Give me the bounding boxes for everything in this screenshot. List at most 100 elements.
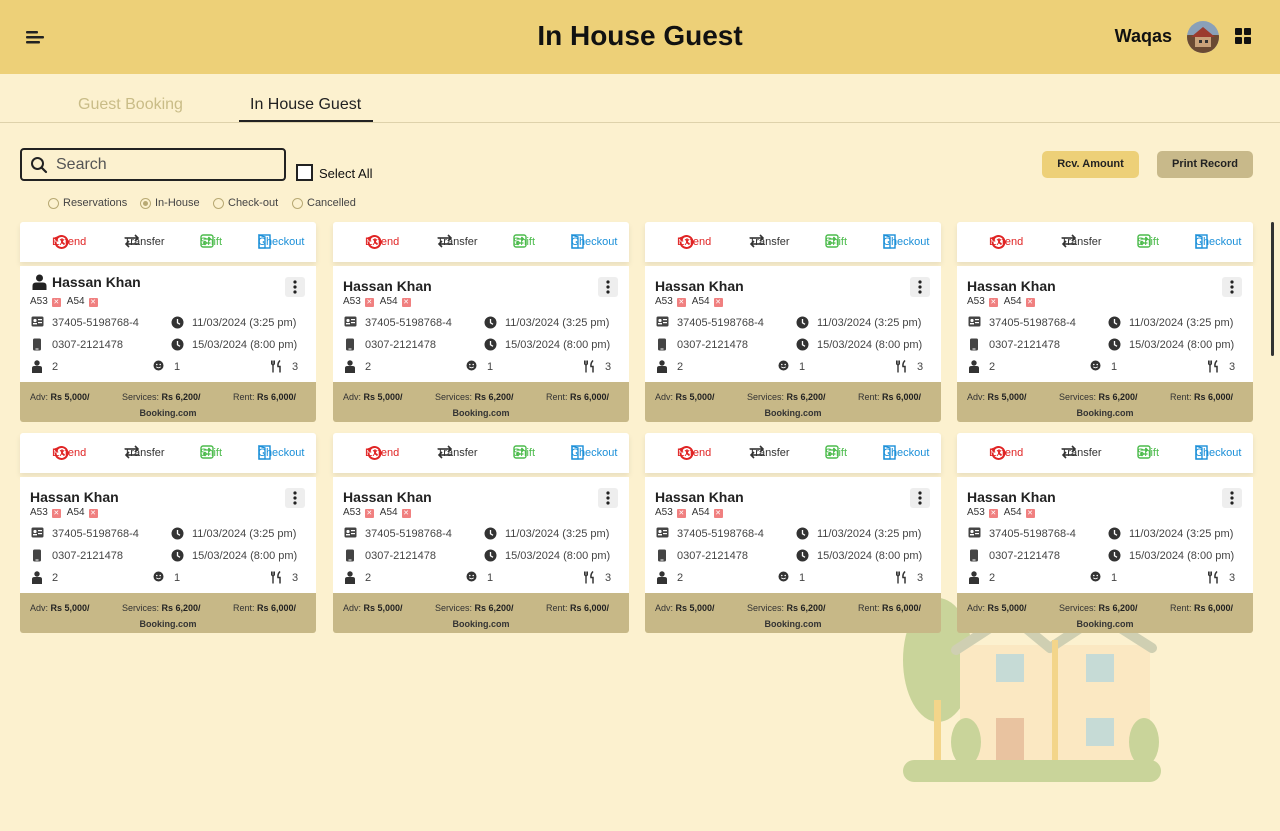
rent-amount: Rent: Rs 6,000/ [233, 603, 296, 613]
rent-value: Rs 6,000/ [882, 603, 922, 613]
search-icon [30, 156, 48, 179]
card-actions: Extend Transfer Shift Checkout [645, 433, 941, 473]
room-number: A54 [691, 296, 710, 307]
rent-amount: Rent: Rs 6,000/ [858, 392, 921, 402]
more-options-icon[interactable] [598, 277, 618, 297]
avatar[interactable] [1187, 21, 1219, 53]
services-label: Services: [435, 603, 473, 613]
advance-label: Adv: [30, 603, 49, 613]
radio-check-out[interactable] [213, 198, 224, 209]
remove-room-icon[interactable]: ✕ [51, 509, 61, 518]
card-body: Hassan Khan A53 ✕ A54 ✕ 37405-5198768-4 030… [333, 266, 629, 382]
card-actions: Extend Transfer Shift Checkout [333, 433, 629, 473]
rent-value: Rs 6,000/ [257, 603, 297, 613]
guest-name: Hassan Khan [655, 489, 744, 505]
remove-room-icon[interactable]: ✕ [988, 298, 998, 307]
booking-source: Booking.com [452, 619, 510, 629]
radio-in-house[interactable] [140, 198, 151, 209]
room-number: A54 [691, 507, 710, 518]
children-value: 1 [487, 572, 494, 584]
more-options-icon[interactable] [598, 488, 618, 508]
rent-value: Rs 6,000/ [570, 392, 610, 402]
advance-label: Adv: [30, 392, 49, 402]
check-in-value: 11/03/2024 (3:25 pm) [817, 317, 922, 329]
room-number: A53 [967, 296, 985, 307]
tab-guest-booking[interactable]: Guest Booking [78, 96, 183, 114]
room-number: A53 [343, 296, 361, 307]
rent-amount: Rent: Rs 6,000/ [233, 392, 296, 402]
meals-value: 3 [605, 361, 612, 373]
remove-room-icon[interactable]: ✕ [401, 509, 411, 518]
phone-value: 0307-2121478 [365, 550, 436, 562]
phone-value: 0307-2121478 [677, 550, 748, 562]
booking-source: Booking.com [139, 619, 197, 629]
remove-room-icon[interactable]: ✕ [88, 509, 98, 518]
remove-room-icon[interactable]: ✕ [364, 298, 374, 307]
card-footer: Adv: Rs 5,000/ Services: Rs 6,200/ Rent:… [20, 593, 316, 633]
tab-in-house-guest[interactable]: In House Guest [250, 96, 361, 114]
checkout-label: Checkout [571, 447, 618, 459]
cnic-value: 37405-5198768-4 [989, 317, 1076, 329]
more-options-icon[interactable] [910, 277, 930, 297]
guest-name: Hassan Khan [343, 489, 432, 505]
radio-reservations[interactable] [48, 198, 59, 209]
meals-value: 3 [1229, 572, 1236, 584]
checkout-label: Checkout [571, 236, 618, 248]
cnic-value: 37405-5198768-4 [365, 528, 452, 540]
remove-room-icon[interactable]: ✕ [401, 298, 411, 307]
extend-label: Extend [365, 236, 400, 248]
remove-room-icon[interactable]: ✕ [676, 298, 686, 307]
checkout-label: Checkout [883, 447, 930, 459]
remove-room-icon[interactable]: ✕ [676, 509, 686, 518]
more-options-icon[interactable] [910, 488, 930, 508]
room-number: A54 [1003, 296, 1022, 307]
card-actions: Extend Transfer Shift Checkout [20, 222, 316, 262]
more-options-icon[interactable] [285, 277, 305, 297]
room-tags: A53 ✕ A54 ✕ [655, 296, 729, 307]
remove-room-icon[interactable]: ✕ [364, 509, 374, 518]
remove-room-icon[interactable]: ✕ [51, 298, 61, 307]
phone-value: 0307-2121478 [989, 550, 1060, 562]
search-input[interactable]: Search [20, 148, 286, 181]
shift-label: Shift [825, 447, 848, 459]
remove-room-icon[interactable]: ✕ [1025, 509, 1035, 518]
remove-room-icon[interactable]: ✕ [713, 298, 723, 307]
more-options-icon[interactable] [285, 488, 305, 508]
advance-amount: Adv: Rs 5,000/ [655, 392, 715, 402]
check-out-value: 15/03/2024 (8:00 pm) [1129, 550, 1235, 562]
remove-room-icon[interactable]: ✕ [88, 298, 98, 307]
cnic-value: 37405-5198768-4 [52, 317, 139, 329]
remove-room-icon[interactable]: ✕ [713, 509, 723, 518]
advance-amount: Adv: Rs 5,000/ [967, 603, 1027, 613]
check-in-value: 11/03/2024 (3:25 pm) [1129, 528, 1234, 540]
advance-amount: Adv: Rs 5,000/ [655, 603, 715, 613]
extend-label: Extend [989, 447, 1024, 459]
rent-label: Rent: [233, 392, 255, 402]
advance-amount: Adv: Rs 5,000/ [30, 392, 90, 402]
shift-label: Shift [825, 236, 848, 248]
radio-cancelled[interactable] [292, 198, 303, 209]
rcv-amount-button[interactable]: Rcv. Amount [1042, 151, 1139, 178]
checkbox-box[interactable] [296, 164, 313, 181]
more-options-icon[interactable] [1222, 488, 1242, 508]
guest-name: Hassan Khan [343, 278, 432, 294]
services-value: Rs 6,200/ [474, 603, 514, 613]
adults-value: 2 [365, 361, 372, 373]
services-amount: Services: Rs 6,200/ [747, 603, 826, 613]
room-number: A54 [379, 296, 398, 307]
more-options-icon[interactable] [1222, 277, 1242, 297]
transfer-label: Transfer [437, 447, 478, 459]
remove-room-icon[interactable]: ✕ [988, 509, 998, 518]
room-tags: A53 ✕ A54 ✕ [30, 507, 104, 518]
scrollbar[interactable] [1271, 222, 1274, 356]
checkout-label: Checkout [258, 236, 305, 248]
room-number: A53 [655, 507, 673, 518]
checkout-label: Checkout [1195, 236, 1242, 248]
remove-room-icon[interactable]: ✕ [1025, 298, 1035, 307]
rent-value: Rs 6,000/ [1194, 603, 1234, 613]
advance-label: Adv: [655, 392, 674, 402]
room-number: A53 [967, 507, 985, 518]
advance-label: Adv: [967, 603, 986, 613]
grid-icon[interactable] [1235, 28, 1251, 44]
print-record-button[interactable]: Print Record [1157, 151, 1253, 178]
